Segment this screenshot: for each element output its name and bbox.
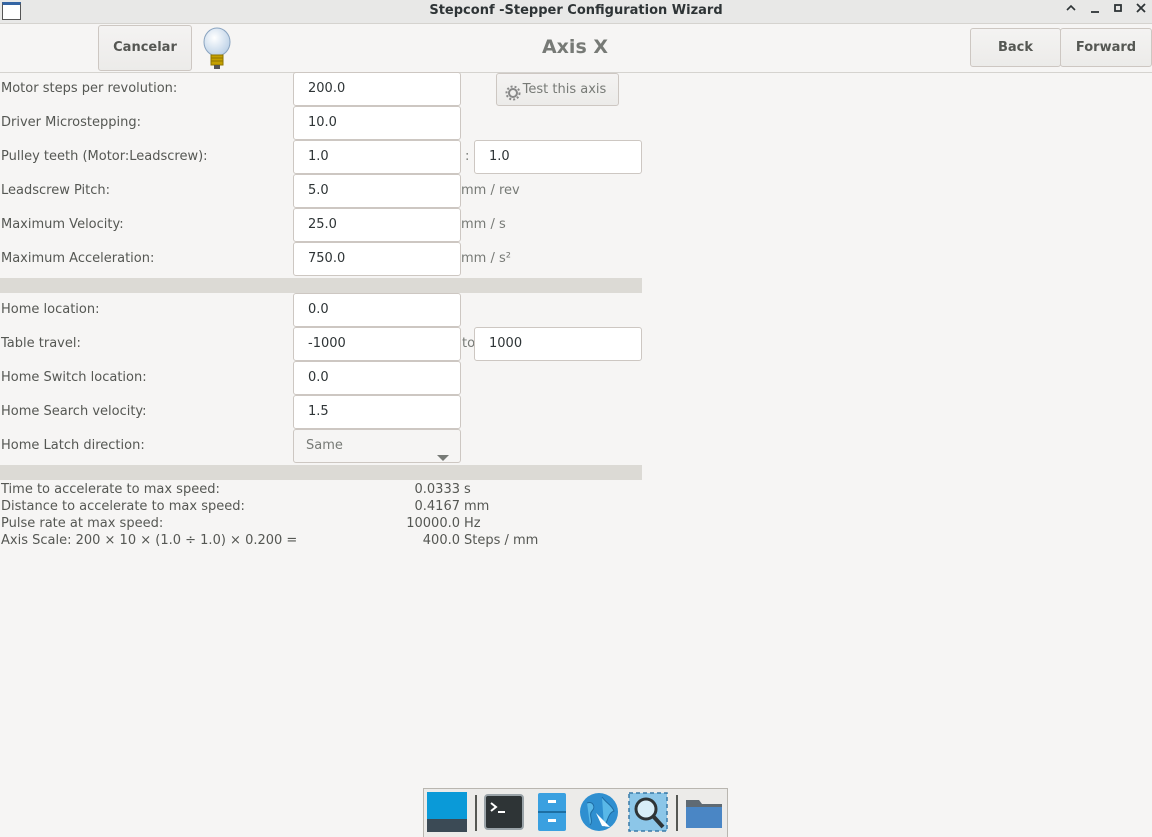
pitch-input[interactable]: 5.0: [293, 174, 461, 208]
home-location-input[interactable]: 0.0: [293, 293, 461, 327]
info-value: 10000.0: [406, 516, 460, 531]
maximize-up-icon[interactable]: [1062, 2, 1080, 20]
lightbulb-icon[interactable]: [200, 26, 234, 72]
terminal-icon[interactable]: [483, 791, 525, 833]
minimize-icon[interactable]: [1086, 2, 1104, 20]
pulley-separator: :: [465, 149, 470, 164]
section-separator: [0, 278, 642, 293]
window-title: Stepconf -Stepper Configuration Wizard: [429, 3, 723, 18]
close-icon[interactable]: [1132, 2, 1150, 20]
home-search-velocity-label: Home Search velocity:: [1, 404, 147, 419]
dock-separator: [475, 795, 477, 831]
home-latch-value: Same: [306, 438, 343, 453]
info-label: Distance to accelerate to max speed:: [1, 499, 245, 514]
home-latch-label: Home Latch direction:: [1, 438, 145, 453]
dock-separator: [676, 795, 678, 831]
cog-icon: [505, 82, 521, 113]
file-cabinet-icon[interactable]: [531, 791, 573, 833]
microstepping-input[interactable]: 10.0: [293, 106, 461, 140]
home-switch-input[interactable]: 0.0: [293, 361, 461, 395]
info-value: 400.0: [422, 533, 460, 548]
test-axis-label: Test this axis: [522, 82, 607, 97]
max-acceleration-input[interactable]: 750.0: [293, 242, 461, 276]
desktop-icon[interactable]: [426, 791, 468, 833]
max-velocity-input[interactable]: 25.0: [293, 208, 461, 242]
folder-icon[interactable]: [683, 791, 725, 833]
info-value: 0.4167: [414, 499, 461, 514]
cancel-button[interactable]: Cancelar: [98, 25, 192, 71]
home-latch-select[interactable]: Same: [293, 429, 461, 463]
info-unit: mm: [464, 499, 490, 514]
info-label: Axis Scale: 200 × 10 × (1.0 ÷ 1.0) × 0.2…: [1, 533, 298, 548]
home-search-velocity-input[interactable]: 1.5: [293, 395, 461, 429]
page-title: Axis X: [541, 36, 609, 58]
info-value: 0.0333: [414, 482, 461, 497]
max-velocity-unit: mm / s: [461, 217, 506, 232]
back-button[interactable]: Back: [970, 28, 1061, 67]
motor-steps-label: Motor steps per revolution:: [1, 81, 178, 96]
table-travel-label: Table travel:: [1, 336, 81, 351]
pulley-label: Pulley teeth (Motor:Leadscrew):: [1, 149, 208, 164]
info-label: Pulse rate at max speed:: [1, 516, 164, 531]
info-unit: s: [464, 482, 471, 497]
restore-icon[interactable]: [1109, 2, 1127, 20]
home-switch-label: Home Switch location:: [1, 370, 147, 385]
section-separator: [0, 465, 642, 480]
home-location-label: Home location:: [1, 302, 100, 317]
search-icon[interactable]: [627, 791, 669, 833]
max-acceleration-unit: mm / s²: [461, 251, 511, 266]
table-travel-max-input[interactable]: 1000: [474, 327, 642, 361]
test-axis-button[interactable]: Test this axis: [496, 73, 619, 106]
pulley-leadscrew-input[interactable]: 1.0: [474, 140, 642, 174]
info-label: Time to accelerate to max speed:: [1, 482, 220, 497]
forward-button[interactable]: Forward: [1060, 28, 1152, 67]
pitch-label: Leadscrew Pitch:: [1, 183, 111, 198]
motor-steps-input[interactable]: 200.0: [293, 72, 461, 106]
info-unit: Steps / mm: [464, 533, 539, 548]
table-travel-min-input[interactable]: -1000: [293, 327, 461, 361]
max-velocity-label: Maximum Velocity:: [1, 217, 124, 232]
max-acceleration-label: Maximum Acceleration:: [1, 251, 155, 266]
pitch-unit: mm / rev: [461, 183, 520, 198]
info-unit: Hz: [464, 516, 481, 531]
pulley-motor-input[interactable]: 1.0: [293, 140, 461, 174]
microstepping-label: Driver Microstepping:: [1, 115, 141, 130]
web-browser-icon[interactable]: [578, 791, 620, 833]
